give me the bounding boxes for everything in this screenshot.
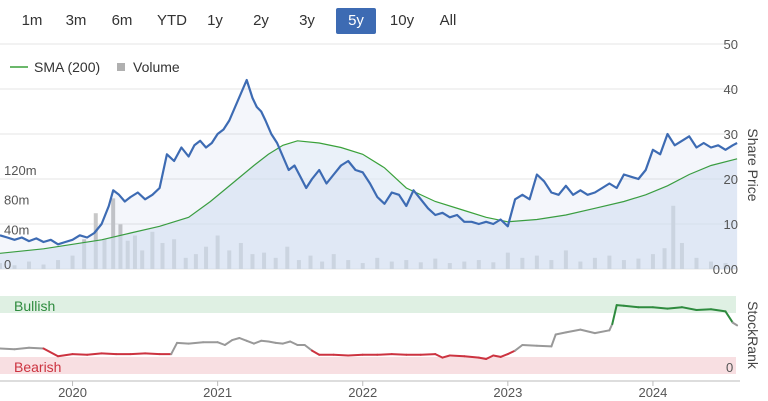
volume-legend-swatch bbox=[117, 63, 125, 71]
stockrank-segment bbox=[376, 353, 393, 356]
stockrank-series bbox=[0, 304, 739, 360]
x-tick-label: 2023 bbox=[493, 385, 522, 400]
stockrank-segment bbox=[731, 321, 739, 327]
stockrank-segment bbox=[274, 341, 284, 345]
price-tick-label: 30 bbox=[724, 127, 738, 142]
sma-legend-label: SMA (200) bbox=[34, 59, 100, 75]
price-tick-label: 20 bbox=[724, 172, 738, 187]
stockrank-segment bbox=[252, 339, 263, 345]
bullish-label: Bullish bbox=[14, 298, 55, 314]
stockrank-segment bbox=[347, 353, 364, 357]
stockrank-segment bbox=[651, 306, 669, 310]
stockrank-segment bbox=[332, 353, 350, 357]
stockrank-segment bbox=[448, 354, 466, 358]
stockrank-segment bbox=[42, 347, 59, 358]
stockrank-segment bbox=[223, 339, 234, 346]
stockrank-segment bbox=[463, 355, 480, 359]
legend: SMA (200) Volume bbox=[10, 59, 180, 75]
stockrank-segment bbox=[71, 353, 89, 356]
stockrank-segment bbox=[0, 347, 16, 351]
stockrank-segment bbox=[477, 356, 488, 360]
stockrank-segment bbox=[622, 304, 640, 309]
x-tick-label: 2024 bbox=[638, 385, 667, 400]
stockrank-segment bbox=[608, 323, 614, 332]
volume-tick-label: 80m bbox=[4, 193, 29, 208]
stockrank-segment bbox=[564, 328, 582, 334]
stockrank-segment bbox=[499, 353, 509, 358]
stockrank-segment bbox=[303, 344, 313, 352]
stockrank-segment bbox=[289, 340, 299, 346]
stockrank-segment bbox=[187, 341, 205, 345]
stockrank-segment bbox=[267, 340, 277, 344]
x-axis-ticks: 2020 2021 2022 2023 2024 bbox=[58, 381, 667, 400]
stockrank-segment bbox=[579, 328, 596, 335]
stockrank-segment bbox=[216, 341, 226, 346]
stockrank-segment bbox=[554, 331, 567, 336]
stockrank-segment bbox=[281, 340, 292, 345]
stockrank-segment bbox=[231, 337, 241, 342]
stockrank-segment bbox=[593, 329, 611, 335]
stockrank-segment bbox=[176, 341, 190, 345]
volume-tick-label: 120m bbox=[4, 163, 37, 178]
stockrank-segment bbox=[238, 337, 248, 342]
stockrank-segment bbox=[57, 353, 74, 358]
bullish-band bbox=[0, 296, 736, 313]
stockrank-segment bbox=[170, 341, 178, 356]
stockrank-segment bbox=[28, 346, 45, 350]
stockrank-segment bbox=[695, 308, 712, 311]
stockrank-axis-title: StockRank bbox=[745, 301, 761, 370]
stockrank-segment bbox=[419, 353, 437, 356]
stockrank-segment bbox=[245, 339, 255, 345]
stockrank-segment bbox=[129, 352, 147, 356]
stock-chart: 50 40 30 20 10 0.00 120m 80m 40m 0 SMA (200) Vol… bbox=[0, 37, 761, 400]
stockrank-segment bbox=[260, 339, 270, 343]
stockrank-segment bbox=[390, 353, 408, 356]
x-tick-label: 2022 bbox=[348, 385, 377, 400]
stockrank-segment bbox=[144, 352, 161, 356]
x-tick-label: 2020 bbox=[58, 385, 87, 400]
stockrank-segment bbox=[724, 310, 734, 324]
stockrank-segment bbox=[13, 346, 30, 351]
price-axis-title: Share Price bbox=[745, 128, 761, 201]
stockrank-segment bbox=[86, 352, 103, 356]
stockrank-segment bbox=[100, 352, 118, 356]
bearish-label: Bearish bbox=[14, 359, 61, 375]
stockrank-segment bbox=[514, 344, 524, 352]
price-tick-label: 10 bbox=[724, 217, 738, 232]
stockrank-segment bbox=[492, 354, 502, 358]
stockrank-segment bbox=[666, 306, 683, 310]
price-tick-label: 40 bbox=[724, 82, 738, 97]
volume-tick-label: 0 bbox=[4, 257, 11, 272]
bearish-band bbox=[0, 357, 736, 374]
stockrank-segment bbox=[615, 304, 625, 307]
stockrank-tick-0: 0 bbox=[726, 360, 733, 375]
stockrank-segment bbox=[506, 349, 517, 356]
price-tick-label: 0.00 bbox=[713, 262, 738, 277]
volume-legend-label: Volume bbox=[133, 59, 180, 75]
stockrank-segment bbox=[535, 344, 553, 348]
x-tick-label: 2021 bbox=[203, 385, 232, 400]
stockrank-segment bbox=[521, 344, 538, 347]
stockrank-segment bbox=[550, 333, 557, 348]
stockrank-segment bbox=[311, 349, 321, 356]
volume-tick-label: 40m bbox=[4, 222, 29, 237]
price-tick-label: 50 bbox=[724, 37, 738, 52]
